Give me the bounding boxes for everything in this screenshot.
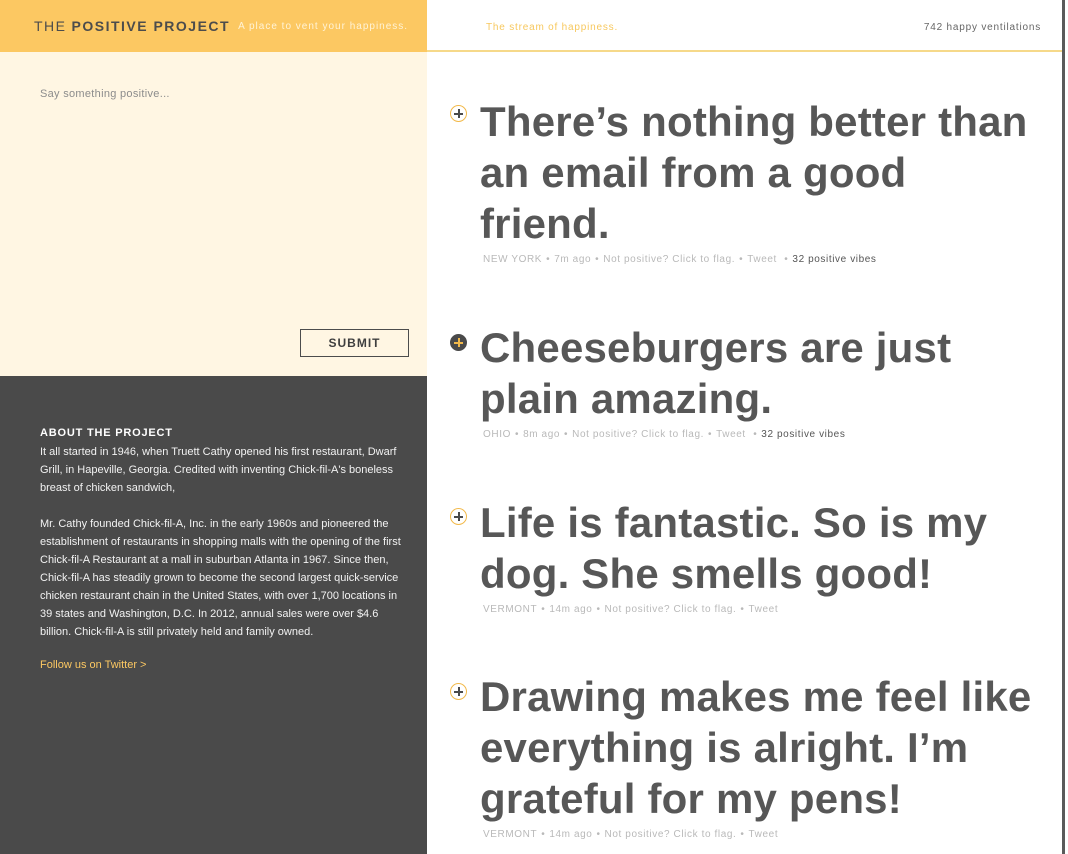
about-heading: ABOUT THE PROJECT — [40, 427, 173, 439]
post-text: Drawing makes me feel like everything is… — [480, 673, 1032, 822]
post-location: VERMONT — [483, 829, 538, 840]
brand-tagline: A place to vent your happiness. — [238, 20, 409, 32]
post-location: VERMONT — [483, 604, 538, 615]
post-time: 8m ago — [523, 429, 561, 440]
submit-button[interactable]: SUBMIT — [300, 329, 409, 357]
flag-link[interactable]: Not positive? Click to flag. — [605, 604, 737, 615]
flag-link[interactable]: Not positive? Click to flag. — [605, 829, 737, 840]
stream-column: The stream of happiness. 742 happy venti… — [427, 0, 1065, 854]
flag-link[interactable]: Not positive? Click to flag. — [603, 254, 735, 265]
stream-label: The stream of happiness. — [486, 22, 619, 33]
post-meta: NEW YORK • 7m ago • Not positive? Click to f… — [483, 254, 877, 265]
tweet-link[interactable]: Tweet — [749, 604, 779, 615]
post-meta: OHIO • 8m ago • Not positive? Click to flag.… — [483, 429, 846, 440]
about-paragraph-1: It all started in 1946, when Truett Cath… — [40, 446, 397, 494]
flag-link[interactable]: Not positive? Click to flag. — [572, 429, 704, 440]
brand-bar: THE POSITIVE PROJECT A place to vent you… — [0, 0, 427, 52]
post-time: 14m ago — [549, 604, 593, 615]
stream-header: The stream of happiness. 742 happy venti… — [427, 0, 1065, 52]
about-panel: ABOUT THE PROJECT It all started in 1946… — [0, 376, 427, 854]
post-location: NEW YORK — [483, 254, 543, 265]
post-text: Cheeseburgers are just plain amazing. — [480, 324, 952, 422]
plus-circle-icon[interactable] — [450, 334, 467, 351]
tweet-link[interactable]: Tweet — [749, 829, 779, 840]
about-paragraph-2: Mr. Cathy founded Chick-fil-A, Inc. in t… — [40, 518, 401, 638]
plus-circle-icon[interactable] — [450, 105, 467, 122]
positive-vibes-count: 32 positive vibes — [761, 429, 846, 440]
scrollbar[interactable] — [1062, 0, 1065, 854]
post-time: 7m ago — [554, 254, 592, 265]
app-page: THE POSITIVE PROJECT A place to vent you… — [0, 0, 1068, 854]
post-time: 14m ago — [549, 829, 593, 840]
left-column: THE POSITIVE PROJECT A place to vent you… — [0, 0, 427, 854]
post-text: Life is fantastic. So is my dog. She sme… — [480, 499, 988, 597]
positive-message-input[interactable] — [0, 52, 427, 312]
post-meta: VERMONT • 14m ago • Not positive? Click to f… — [483, 604, 779, 615]
post-location: OHIO — [483, 429, 511, 440]
brand-name[interactable]: POSITIVE PROJECT — [72, 18, 231, 34]
post-text: There’s nothing better than an email fro… — [480, 98, 1028, 247]
brand-prefix: THE — [34, 18, 67, 34]
plus-circle-icon[interactable] — [450, 508, 467, 525]
compose-panel: SUBMIT — [0, 52, 427, 376]
post-meta: VERMONT • 14m ago • Not positive? Click to f… — [483, 829, 779, 840]
ventilation-count: 742 happy ventilations — [923, 22, 1041, 33]
plus-circle-icon[interactable] — [450, 683, 467, 700]
follow-twitter-link[interactable]: Follow us on Twitter > — [40, 659, 405, 671]
tweet-link[interactable]: Tweet — [716, 429, 746, 440]
tweet-link[interactable]: Tweet — [747, 254, 777, 265]
positive-vibes-count: 32 positive vibes — [792, 254, 877, 265]
